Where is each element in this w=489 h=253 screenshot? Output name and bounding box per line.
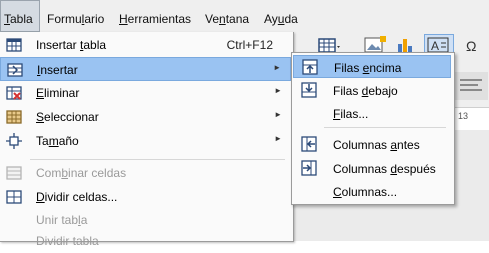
menu-item-label: Dividir celdas...	[36, 190, 118, 204]
submenu-arrow-icon: ►	[274, 86, 282, 95]
menu-item-columnas-antes[interactable]: Columnas antes	[293, 133, 451, 156]
menu-ventana[interactable]: Ventana	[201, 0, 253, 32]
rows-above-icon	[302, 59, 318, 75]
menu-separator	[324, 127, 446, 128]
submenu-arrow-icon: ►	[273, 63, 281, 72]
insertar-submenu: Filas encima Filas debajo Filas... Colum…	[291, 52, 455, 205]
special-char-icon: Ω	[466, 38, 476, 54]
menu-item-filas[interactable]: Filas...	[293, 102, 451, 125]
columns-before-icon	[301, 136, 317, 152]
menu-herramientas[interactable]: Herramientas	[115, 0, 195, 32]
menu-item-label: Eliminar	[36, 86, 80, 100]
align-icon	[460, 79, 482, 91]
menu-item-label: Filas encima	[334, 61, 402, 75]
svg-text:A: A	[431, 39, 439, 53]
select-table-icon	[6, 110, 22, 124]
merge-cells-icon	[6, 166, 22, 180]
menu-item-filas-encima[interactable]: Filas encima	[293, 55, 451, 78]
menu-item-label: Seleccionar	[36, 110, 99, 124]
table-icon	[6, 38, 22, 52]
tabla-menu: Insertar tabla Ctrl+F12 Insertar ► Elimi…	[0, 32, 294, 248]
menu-item-label: Filas...	[333, 107, 369, 121]
menu-bar: Tabla Formulario Herramientas Ventana Ay…	[0, 0, 489, 32]
ruler-number: 13	[458, 111, 469, 121]
menu-item-insertar[interactable]: Insertar ►	[0, 57, 291, 81]
menu-item-eliminar[interactable]: Eliminar ►	[0, 81, 291, 105]
menu-item-filas-debajo[interactable]: Filas debajo	[293, 79, 451, 102]
columns-after-icon	[301, 160, 317, 176]
menu-item-label: Dividir tabla	[36, 234, 99, 248]
menu-item-label: Columnas...	[333, 185, 398, 199]
menu-item-dividir-tabla[interactable]: Dividir tabla	[0, 229, 291, 253]
menu-item-columnas-despues[interactable]: Columnas después	[293, 157, 451, 180]
split-cells-icon	[6, 190, 22, 204]
menu-item-label: Unir tabla	[36, 213, 88, 227]
insert-table-icon	[7, 63, 23, 77]
menu-item-label: Insertar	[37, 63, 78, 77]
shortcut-label: Ctrl+F12	[226, 38, 273, 52]
menu-item-label: Insertar tabla	[36, 38, 107, 52]
menu-item-label: Combinar celdas	[36, 166, 127, 180]
align-button[interactable]	[454, 72, 488, 100]
menu-item-seleccionar[interactable]: Seleccionar ►	[0, 105, 291, 129]
resize-icon	[6, 133, 22, 149]
menu-item-combinar-celdas[interactable]: Combinar celdas	[0, 161, 291, 185]
menu-item-tamano[interactable]: Tamaño ►	[0, 129, 291, 153]
menu-item-insertar-tabla[interactable]: Insertar tabla Ctrl+F12	[0, 33, 291, 57]
submenu-arrow-icon: ►	[274, 110, 282, 119]
menu-separator	[30, 159, 285, 160]
menu-item-label: Tamaño	[36, 134, 79, 148]
submenu-arrow-icon: ►	[274, 134, 282, 143]
menu-item-label: Filas debajo	[333, 84, 398, 98]
svg-text:Ω: Ω	[466, 38, 476, 54]
menu-item-dividir-celdas[interactable]: Dividir celdas...	[0, 185, 291, 209]
menu-formulario[interactable]: Formulario	[43, 0, 108, 32]
menu-ayuda[interactable]: Ayuda	[260, 0, 302, 32]
rows-below-icon	[301, 82, 317, 98]
menu-tabla[interactable]: Tabla	[0, 0, 40, 32]
menu-item-label: Columnas después	[333, 162, 436, 176]
menu-item-label: Columnas antes	[333, 138, 420, 152]
delete-table-icon	[6, 86, 22, 100]
menu-item-columnas[interactable]: Columnas...	[293, 180, 451, 203]
